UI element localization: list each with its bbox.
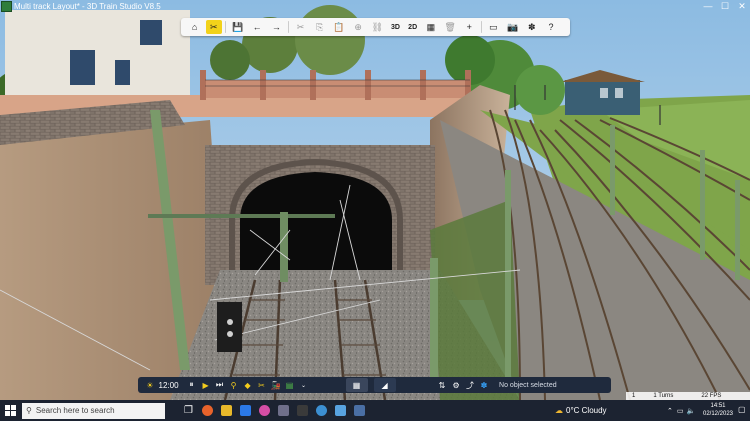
search-placeholder: Search here to search	[35, 406, 115, 415]
weather-text: 0°C Cloudy	[566, 406, 607, 415]
start-button[interactable]	[0, 400, 20, 421]
clock-time: 14:51	[710, 403, 726, 409]
layer-select-icon[interactable]: ▤	[284, 378, 295, 392]
status-count: 1	[632, 393, 636, 399]
train-studio-icon[interactable]	[293, 400, 312, 421]
locomotive-icon[interactable]: 🚂	[270, 378, 281, 392]
paste-icon[interactable]: 📋	[331, 20, 347, 34]
view-2d-button[interactable]: 2D	[406, 20, 420, 34]
cut-icon[interactable]: ✂	[293, 20, 309, 34]
file-explorer-icon[interactable]	[217, 400, 236, 421]
window-title: Multi track Layout* - 3D Train Studio V8…	[14, 1, 161, 11]
grid-view-button[interactable]: ▦	[345, 378, 368, 392]
weather-icon: ☁	[555, 406, 563, 415]
tools-icon[interactable]: ✂	[256, 378, 267, 392]
taskbar-clock[interactable]: 14:51 02/12/2023	[700, 402, 736, 418]
volume-icon[interactable]: 🔈	[687, 407, 696, 415]
taskbar-search[interactable]: ⚲ Search here to search	[22, 402, 165, 419]
fast-forward-icon[interactable]: ⏭	[214, 378, 225, 392]
minimize-button[interactable]: —	[700, 0, 716, 12]
3d-viewport[interactable]	[0, 0, 750, 400]
copy-icon[interactable]: ⎘	[312, 20, 328, 34]
image-viewer-icon[interactable]	[331, 400, 350, 421]
puzzle-icon[interactable]: ✽	[524, 20, 540, 34]
add-icon[interactable]: +	[461, 20, 477, 34]
status-strip: 1 1 Turns 22 FPS	[626, 392, 750, 400]
chat-icon[interactable]	[274, 400, 293, 421]
main-toolbar: ⌂ ✂ 💾 ← → ✂ ⎘ 📋 ⊕ ⛓ 3D 2D ▦ 🗑 + ▭ 📷 ✽ ?	[181, 18, 570, 36]
settings-icon[interactable]	[350, 400, 369, 421]
simulation-bar: ☀ 12:00 ⏸ ▶ ⏭ ⚲ ◆ ✂ 🚂 ▤ ⌄ ▦ ◢ ⇅ ⚙ ⤴ ✽ No…	[138, 377, 611, 393]
task-view-icon[interactable]: ❐	[179, 400, 198, 421]
redo-icon[interactable]: →	[268, 20, 284, 34]
status-turns: 1 Turns	[653, 393, 674, 399]
maximize-button[interactable]: ☐	[717, 0, 733, 12]
photos-icon[interactable]	[236, 400, 255, 421]
play-icon[interactable]: ▶	[200, 378, 211, 392]
search-icon: ⚲	[26, 406, 32, 415]
share-icon[interactable]: ⤴	[465, 378, 476, 392]
terrain-view-button[interactable]: ◢	[373, 378, 396, 392]
sliders-icon[interactable]: ⇅	[437, 378, 448, 392]
windows-icon	[4, 405, 16, 416]
firefox-icon[interactable]	[198, 400, 217, 421]
clock-date: 02/12/2023	[702, 411, 734, 417]
chevron-up-icon[interactable]: ⌃	[667, 407, 673, 415]
home-icon[interactable]: ⌂	[187, 20, 203, 34]
network-icon[interactable]: ▭	[677, 407, 684, 415]
app-icon	[1, 0, 12, 12]
app-icon-colorful[interactable]	[255, 400, 274, 421]
weather-widget[interactable]: ☁ 0°C Cloudy	[555, 400, 607, 421]
tools-icon[interactable]: ✂	[205, 20, 222, 34]
chevron-down-icon[interactable]: ⌄	[298, 378, 309, 392]
fps-counter: 22 FPS	[701, 393, 722, 399]
edge-icon[interactable]	[312, 400, 331, 421]
3d-scene	[0, 0, 750, 400]
puzzle-icon[interactable]: ✽	[479, 378, 490, 392]
title-bar: Multi track Layout* - 3D Train Studio V8…	[0, 0, 750, 12]
view-3d-button[interactable]: 3D	[388, 20, 402, 34]
notification-icon[interactable]: ▢	[738, 405, 746, 414]
toolbar-divider	[225, 21, 227, 33]
sun-icon[interactable]: ☀	[145, 378, 156, 392]
selection-status: No object selected	[499, 381, 557, 389]
undo-icon[interactable]: ←	[249, 20, 265, 34]
link-icon[interactable]: ⛓	[369, 20, 385, 34]
toolbar-divider	[480, 21, 482, 33]
camera-icon[interactable]: 📷	[505, 20, 521, 34]
close-button[interactable]: ✕	[734, 0, 750, 12]
search-icon[interactable]: ⚲	[228, 378, 239, 392]
save-icon[interactable]: 💾	[230, 20, 246, 34]
time-display[interactable]: 12:00	[159, 378, 179, 392]
grid-icon[interactable]: ▦	[423, 20, 439, 34]
pause-icon[interactable]: ⏸	[186, 378, 197, 392]
window-icon[interactable]: ▭	[485, 20, 501, 34]
gear-icon[interactable]: ⚙	[451, 378, 462, 392]
toolbar-divider	[287, 21, 289, 33]
trash-icon[interactable]: 🗑	[442, 20, 458, 34]
system-tray: ⌃ ▭ 🔈	[667, 400, 695, 421]
layer-icon[interactable]: ⊕	[350, 20, 366, 34]
object-icon[interactable]: ◆	[242, 378, 253, 392]
taskbar: ⚲ Search here to search ❐	[0, 400, 750, 421]
help-icon[interactable]: ?	[543, 20, 559, 34]
